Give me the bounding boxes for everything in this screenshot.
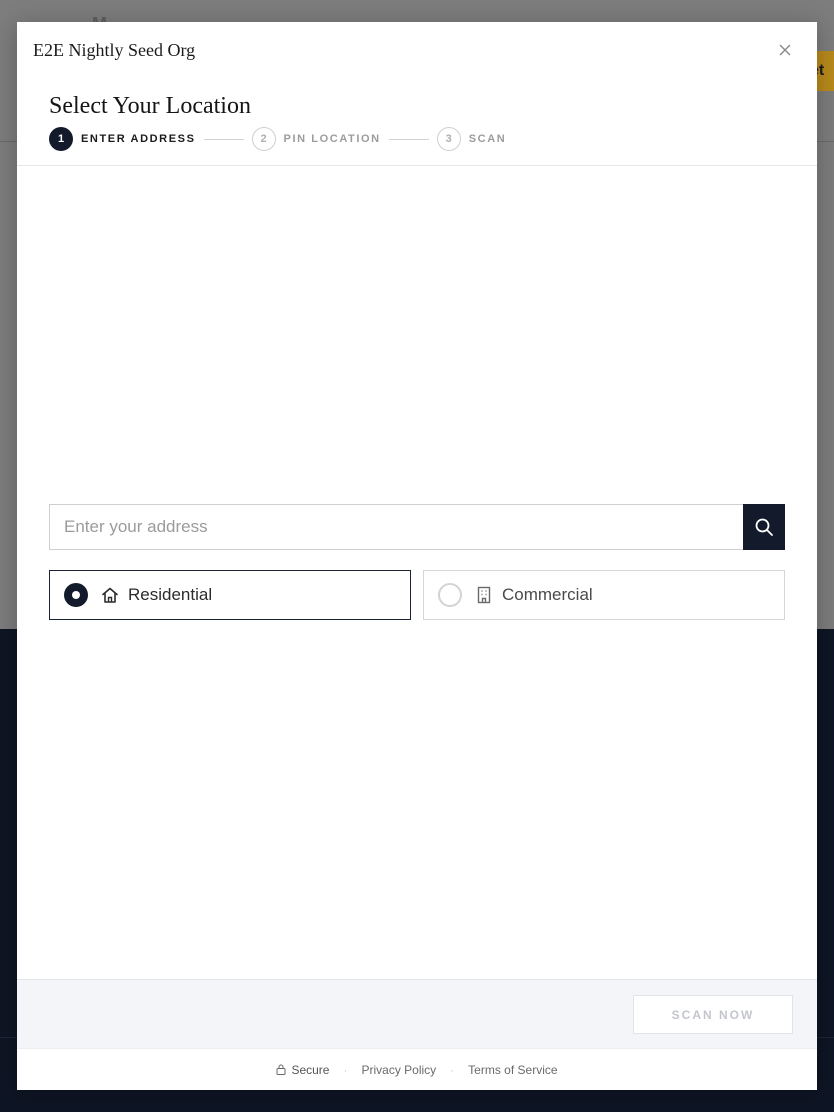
search-icon [755,518,773,536]
residential-label: Residential [128,585,213,604]
search-button[interactable] [743,504,785,550]
step-connector [388,138,429,140]
privacy-policy-link[interactable]: Privacy Policy [361,1063,436,1077]
secure-label: Secure [291,1062,330,1077]
address-input[interactable] [49,504,743,550]
header-divider [17,165,817,166]
separator: · [343,1062,348,1077]
legal-bar: Secure · Privacy Policy · Terms of Servi… [17,1048,817,1090]
separator: · [450,1062,455,1077]
radio-selected[interactable] [64,583,88,607]
building-icon [474,585,494,605]
radio-dot [72,591,80,599]
address-search [49,504,785,550]
residential-option[interactable]: Residential [49,570,411,620]
modal-footer: Scan Now [17,979,817,1048]
commercial-option[interactable]: Commercial [423,570,785,620]
step-scan: 3 Scan [436,127,507,151]
radio-unselected[interactable] [438,583,462,607]
commercial-label: Commercial [502,585,593,604]
step-pin-location: 2 Pin Location [251,127,381,151]
close-icon [779,44,791,56]
secure-indicator: Secure [276,1063,329,1077]
step-number: 2 [251,127,276,151]
close-button[interactable] [775,40,795,60]
step-number: 1 [49,127,73,151]
modal-title: E2E Nightly Seed Org [33,40,196,60]
step-connector [203,138,244,140]
lock-icon [276,1064,286,1075]
step-label: Enter Address [81,133,196,145]
section-title: Select Your Location [49,93,251,119]
terms-of-service-link[interactable]: Terms of Service [468,1063,557,1077]
home-icon [100,585,120,605]
step-label: Pin Location [283,133,381,145]
step-label: Scan [468,133,507,145]
step-number: 3 [436,127,461,151]
scan-now-button[interactable]: Scan Now [633,995,793,1034]
stepper: 1 Enter Address 2 Pin Location 3 Scan [49,127,506,151]
location-modal: E2E Nightly Seed Org Select Your Locatio… [17,22,817,1090]
step-enter-address: 1 Enter Address [49,127,196,151]
